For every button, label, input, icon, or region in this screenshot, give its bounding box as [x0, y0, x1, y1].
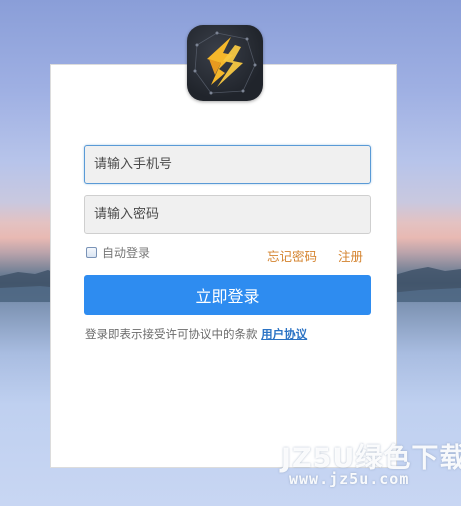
login-card [50, 64, 397, 468]
lightning-bolt-icon [193, 31, 257, 95]
auto-login-checkbox[interactable] [86, 247, 97, 258]
login-button[interactable]: 立即登录 [84, 275, 371, 315]
user-agreement-link[interactable]: 用户协议 [261, 327, 307, 341]
agreement-text: 登录即表示接受许可协议中的条款 [85, 327, 258, 341]
auto-login-toggle[interactable]: 自动登录 [86, 244, 150, 261]
auto-login-label: 自动登录 [102, 246, 151, 260]
register-link[interactable]: 注册 [338, 246, 363, 265]
site-watermark: JZ5U绿色下载 www.jz5u.com [281, 436, 461, 496]
password-input[interactable] [84, 195, 371, 234]
watermark-url: www.jz5u.com [289, 470, 410, 488]
agreement-notice: 登录即表示接受许可协议中的条款 用户协议 [85, 326, 307, 342]
phone-input[interactable] [84, 145, 371, 184]
forgot-password-link[interactable]: 忘记密码 [267, 246, 317, 265]
app-logo [187, 25, 263, 101]
